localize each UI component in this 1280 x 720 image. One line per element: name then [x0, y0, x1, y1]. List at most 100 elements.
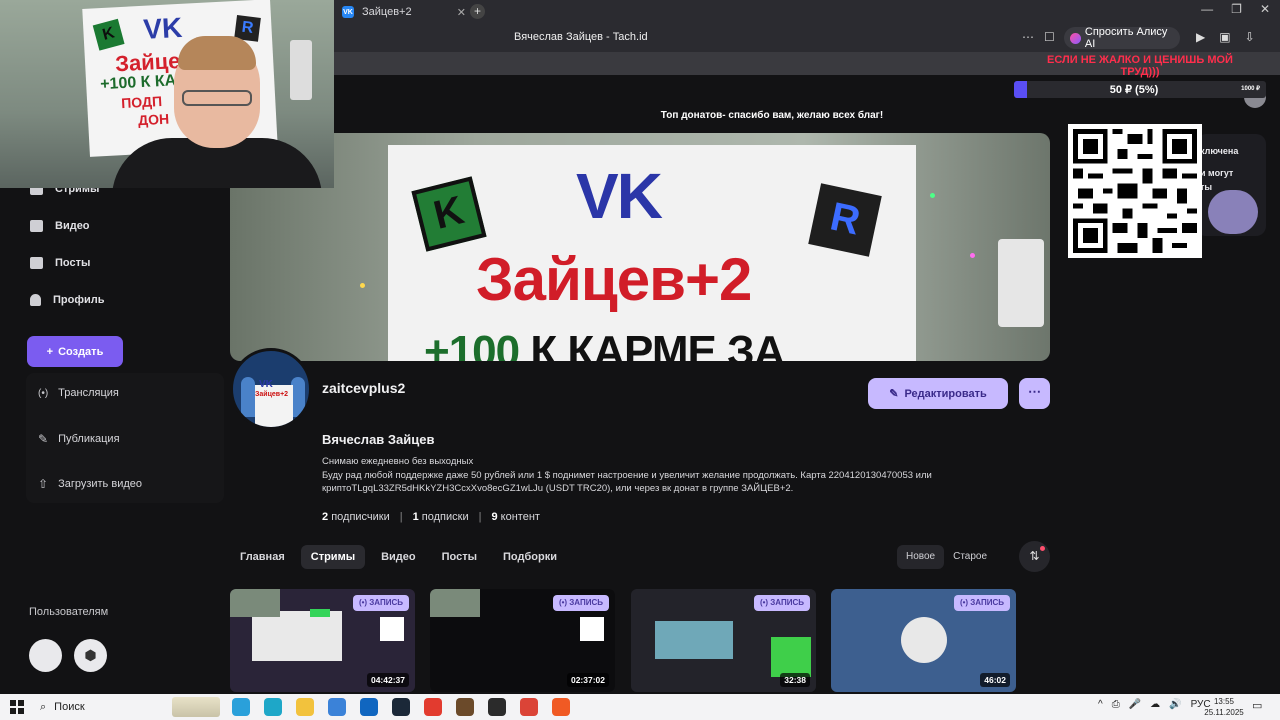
video-card[interactable]: (•) ЗАПИСЬ 46:02 — [831, 589, 1016, 692]
garland-light — [930, 193, 935, 198]
stat-content[interactable]: 9 контент — [491, 511, 539, 523]
edit-icon: ✎ — [38, 432, 49, 446]
android-app-button[interactable]: ⬢ — [74, 639, 107, 672]
page-title[interactable]: Вячеслав Зайцев - Tach.id — [514, 31, 648, 43]
outlook-icon[interactable] — [360, 698, 378, 716]
thumbnail-status — [310, 609, 330, 617]
tray-expand-icon[interactable]: ^ — [1098, 699, 1103, 710]
bio-line: Буду рад любой поддержке даже 50 рублей … — [322, 469, 932, 481]
tray-device-icon[interactable]: ⎙ — [1112, 699, 1120, 710]
video-duration: 32:38 — [780, 673, 810, 687]
create-menu: (•) Трансляция ✎ Публикация ⇧ Загрузить … — [26, 373, 224, 503]
banner-line2-rest: К КАРМЕ ЗА — [519, 327, 785, 361]
recording-badge: (•) ЗАПИСЬ — [753, 595, 810, 611]
filter-icon: ⇅ — [1029, 549, 1040, 563]
apple-app-button[interactable] — [29, 639, 62, 672]
recording-badge: (•) ЗАПИСЬ — [953, 595, 1010, 611]
store-icon[interactable] — [328, 698, 346, 716]
profile-stats: 2 подписчики | 1 подписки | 9 контент — [322, 511, 540, 523]
edit-profile-button[interactable]: ✎ Редактировать — [868, 378, 1008, 409]
profile-banner: K VK R Зайцев+2 +100 К КАРМЕ ЗА — [230, 133, 1050, 361]
steam-icon[interactable] — [392, 698, 410, 716]
sidebar-item-posts[interactable]: Посты — [30, 257, 90, 269]
sidebar-item-label: Посты — [55, 257, 91, 269]
extension-icons: ▶ ▣ ⇩ — [1196, 30, 1255, 44]
recording-badge: (•) ЗАПИСЬ — [552, 595, 609, 611]
bookmark-icon[interactable]: ☐ — [1044, 30, 1055, 44]
banner-ac-unit — [998, 239, 1044, 327]
telegram-icon[interactable] — [232, 698, 250, 716]
obs-icon[interactable] — [488, 698, 506, 716]
garland-light — [970, 253, 975, 258]
banner-k-logo: K — [411, 176, 487, 252]
media-play-icon[interactable]: ▶ — [1196, 30, 1205, 44]
tab-home[interactable]: Главная — [230, 545, 295, 569]
stat-following[interactable]: 1 подписки — [413, 511, 469, 523]
create-button[interactable]: + Создать — [27, 336, 123, 367]
taskbar-search[interactable]: ⌕ Поиск — [34, 697, 220, 717]
menu-item-label: Трансляция — [58, 387, 119, 399]
explorer-icon[interactable] — [296, 698, 314, 716]
volume-icon[interactable]: 🔊 — [1169, 699, 1181, 710]
avatar-vk-text: VK — [259, 379, 273, 390]
microphone-icon[interactable]: 🎤 — [1129, 699, 1141, 710]
top-donors-text: Топ донатов- спасибо вам, желаю всех бла… — [660, 110, 884, 121]
chrome-icon[interactable] — [520, 698, 538, 716]
close-window-icon[interactable]: ✕ — [1260, 2, 1270, 16]
taskbar-clock[interactable]: 13:55 25.11.2025 — [1204, 696, 1244, 718]
filter-button[interactable]: ⇅ — [1019, 541, 1050, 572]
thumbnail-avatar — [901, 617, 947, 663]
more-menu-icon[interactable]: ⋯ — [1022, 30, 1034, 44]
minimize-icon[interactable]: — — [1201, 2, 1213, 16]
android-icon: ⬢ — [84, 647, 97, 663]
close-tab-icon[interactable]: ✕ — [457, 6, 466, 19]
video-card[interactable]: (•) ЗАПИСЬ 32:38 — [631, 589, 816, 692]
profile-bio: Снимаю ежедневно без выходных Буду рад л… — [322, 455, 1002, 496]
bio-line: криптоTLgqL33ZR5dHKkYZH3CcxXvo8ecGZ1wLJu… — [322, 483, 794, 494]
tab-streams[interactable]: Стримы — [300, 545, 366, 569]
sidebar-item-video[interactable]: Видео — [30, 220, 90, 232]
sort-new-button[interactable]: Новое — [897, 545, 945, 569]
extensions-icon[interactable]: ▣ — [1219, 30, 1230, 44]
start-button[interactable] — [10, 700, 24, 714]
side-card-text: и могут — [1200, 168, 1234, 178]
thumbnail-qr — [380, 617, 404, 641]
notifications-icon[interactable]: ▭ — [1252, 699, 1262, 712]
donation-goal-widget: ЕСЛИ НЕ ЖАЛКО И ЦЕНИШЬ МОЙ ТРУД))) 50 ₽ … — [1014, 52, 1266, 102]
tab-video[interactable]: Видео — [371, 545, 426, 569]
garland-light — [360, 283, 365, 288]
address-bar-icons: ⋯ ☐ — [1022, 30, 1055, 44]
profile-tabs: Главная Стримы Видео Посты Подборки — [230, 545, 567, 569]
pencil-icon: ✎ — [889, 388, 899, 400]
edge-icon[interactable] — [264, 698, 282, 716]
tab-collections[interactable]: Подборки — [493, 545, 567, 569]
yandex-browser-icon[interactable] — [424, 698, 442, 716]
menu-item-upload-video[interactable]: ⇧ Загрузить видео — [38, 477, 142, 491]
bio-line: Снимаю ежедневно без выходных — [322, 456, 474, 467]
donation-progress-bar: 50 ₽ (5%) 1000 ₽ — [1014, 81, 1266, 98]
video-duration: 02:37:02 — [566, 673, 609, 687]
donation-amount: 50 ₽ (5%) — [1109, 84, 1159, 96]
tab-posts[interactable]: Посты — [432, 545, 487, 569]
restore-icon[interactable]: ❐ — [1231, 2, 1242, 16]
browser-tab[interactable]: VK Зайцев+2 ✕ — [336, 0, 466, 24]
stat-followers[interactable]: 2 подписчики — [322, 511, 390, 523]
video-card[interactable]: (•) ЗАПИСЬ 02:37:02 — [430, 589, 615, 692]
sort-old-button[interactable]: Старое — [944, 545, 996, 569]
video-card[interactable]: (•) ЗАПИСЬ 04:42:37 — [230, 589, 415, 692]
downloads-icon[interactable]: ⇩ — [1245, 30, 1255, 44]
menu-item-publication[interactable]: ✎ Публикация — [38, 432, 120, 446]
banner-line2: +100 К КАРМЕ ЗА — [424, 327, 785, 361]
avatar[interactable]: VK Зайцев+2 — [230, 348, 312, 430]
sidebar-item-profile[interactable]: Профиль — [30, 294, 104, 306]
brave-icon[interactable] — [552, 698, 570, 716]
streamer-hair — [178, 36, 256, 70]
new-tab-button[interactable]: + — [470, 4, 485, 19]
app-photo-icon[interactable] — [456, 698, 474, 716]
sidebar-item-label: Профиль — [53, 294, 105, 306]
ask-alice-button[interactable]: Спросить Алису AI — [1064, 26, 1180, 50]
webcam-overlay: K VK R Зайцев+2 +100 К КА ПОДП ДОН — [0, 0, 334, 188]
more-options-button[interactable]: ⋯ — [1019, 378, 1050, 409]
network-icon[interactable]: ☁ — [1150, 699, 1160, 710]
menu-item-broadcast[interactable]: (•) Трансляция — [38, 387, 119, 399]
